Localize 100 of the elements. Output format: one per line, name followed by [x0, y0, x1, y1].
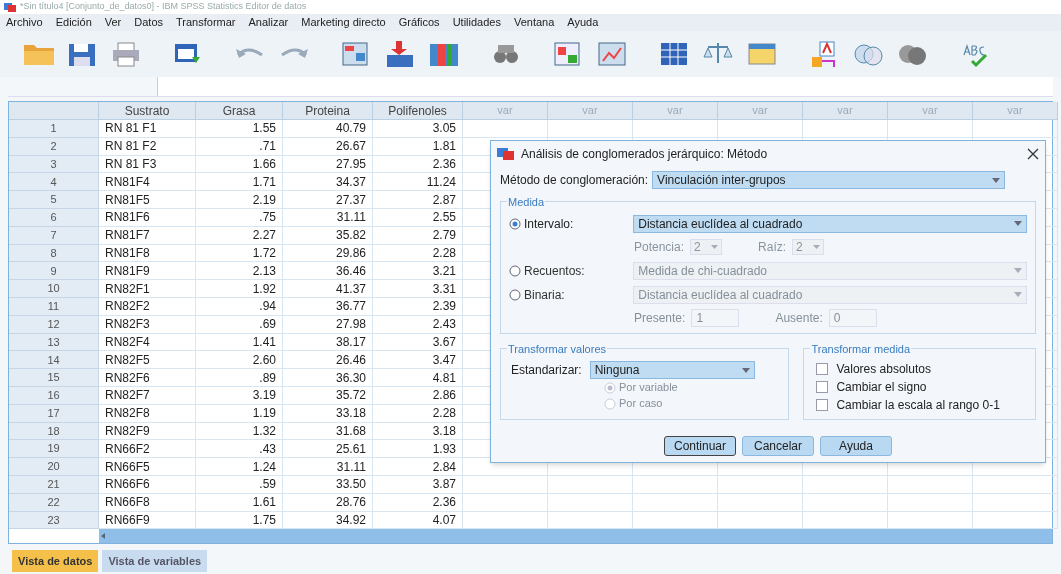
field-label: Ausente:: [775, 310, 823, 327]
row-number[interactable]: 5: [9, 191, 99, 209]
table-cell: RN81F7: [99, 226, 196, 245]
column-header[interactable]: Proteina: [283, 102, 373, 120]
checkbox[interactable]: [816, 381, 829, 393]
table-cell: 2.28: [373, 244, 463, 263]
table-cell: 29.86: [283, 244, 373, 263]
dialog-button[interactable]: Ayuda: [820, 436, 892, 456]
table-cell: 34.37: [283, 173, 373, 192]
table-cell: 1.41: [196, 333, 283, 352]
table-cell: 1.32: [196, 422, 283, 441]
caret-icon[interactable]: [992, 177, 1001, 183]
app-icon: [4, 2, 16, 12]
radio-label[interactable]: Intervalo:: [524, 214, 574, 233]
table-cell: RN66F6: [99, 475, 196, 494]
close-icon[interactable]: [1027, 148, 1039, 160]
table-cell: 31.11: [283, 458, 373, 476]
table-cell: 3.67: [373, 333, 463, 352]
standardize-dropdown[interactable]: Ninguna: [589, 361, 755, 379]
caret-icon[interactable]: [1014, 221, 1022, 226]
view-tab[interactable]: Vista de datos: [12, 550, 99, 573]
checkbox-label[interactable]: Valores absolutos: [836, 360, 931, 378]
method-dropdown[interactable]: Vinculación inter-grupos: [652, 171, 1006, 189]
menu-item[interactable]: Analizar: [248, 14, 289, 31]
table-cell: RN82F5: [99, 351, 196, 370]
row-number[interactable]: 9: [9, 262, 99, 281]
menu-item[interactable]: Ayuda: [567, 14, 599, 31]
table-cell: 2.28: [373, 404, 463, 423]
table-cell: 1.61: [196, 493, 283, 512]
caret-icon[interactable]: [741, 367, 750, 373]
table-cell: 2.84: [373, 458, 463, 476]
table-cell: 31.11: [283, 209, 373, 227]
menu-item[interactable]: Edición: [55, 14, 92, 31]
checkbox-label[interactable]: Cambiar la escala al rango 0-1: [836, 396, 1000, 414]
cell-editor-field[interactable]: [158, 77, 1053, 96]
table-cell: 36.30: [283, 369, 373, 387]
table-cell: RN82F7: [99, 386, 196, 405]
caret-icon[interactable]: [813, 245, 821, 249]
table-cell: 3.31: [373, 280, 463, 298]
table-cell: RN82F2: [99, 297, 196, 316]
caret-icon[interactable]: [711, 245, 719, 249]
radio-button[interactable]: [509, 217, 521, 230]
table-cell: RN82F4: [99, 333, 196, 352]
menu-item[interactable]: Datos: [134, 14, 164, 31]
insert-row-icon[interactable]: [384, 39, 416, 69]
table-cell: 3.47: [373, 351, 463, 370]
table-cell: 31.68: [283, 422, 373, 441]
column-header[interactable]: Sustrato: [99, 102, 196, 120]
table-cell: 2.87: [373, 191, 463, 209]
row-number[interactable]: 10: [9, 280, 99, 298]
row-number[interactable]: 1: [9, 120, 99, 138]
table-cell: 3.18: [373, 422, 463, 441]
table-cell: 4.81: [373, 369, 463, 387]
table-cell: 25.61: [283, 440, 373, 459]
field-label: Raíz:: [758, 239, 787, 256]
table-cell: RN81F6: [99, 209, 196, 227]
table-cell: 1.66: [196, 155, 283, 174]
row-number[interactable]: 19: [9, 440, 99, 459]
menu-item[interactable]: Archivo: [6, 14, 43, 31]
table-cell: 3.87: [373, 475, 463, 494]
row-number[interactable]: 14: [9, 351, 99, 370]
table-cell: RN66F8: [99, 493, 196, 512]
row-number[interactable]: 4: [9, 173, 99, 192]
printer-icon[interactable]: [110, 39, 142, 69]
menu-item[interactable]: Transformar: [176, 14, 236, 31]
table-cell: RN82F3: [99, 315, 196, 334]
table-cell: 2.13: [196, 262, 283, 281]
column-header[interactable]: Polifenoles: [373, 102, 463, 120]
window-title: *Sin título4 [Conjunto_de_datos0] - IBM SPSS Statistics Editor de datos: [20, 0, 307, 14]
scroll-left-icon[interactable]: [99, 532, 107, 541]
dialog-button[interactable]: Continuar: [664, 436, 736, 456]
view-tab[interactable]: Vista de variables: [102, 550, 208, 573]
table-cell: RN 81 F2: [99, 137, 196, 156]
checkbox[interactable]: [816, 399, 829, 411]
table-cell: RN81F5: [99, 191, 196, 209]
table-cell: 1.24: [196, 458, 283, 476]
menu-item[interactable]: Gráficos: [398, 14, 440, 31]
row-number[interactable]: 20: [9, 458, 99, 476]
checkbox[interactable]: [816, 363, 829, 375]
checkbox-label[interactable]: Cambiar el signo: [836, 378, 927, 396]
table-cell: 2.55: [373, 209, 463, 227]
dialog-button[interactable]: Cancelar: [742, 436, 814, 456]
column-header[interactable]: Grasa: [196, 102, 283, 120]
menu-item[interactable]: Ver: [104, 14, 122, 31]
table-cell: 1.55: [196, 120, 283, 138]
table-cell: RN 81 F3: [99, 155, 196, 174]
table-cell: 33.50: [283, 475, 373, 494]
table-cell: 2.36: [373, 493, 463, 512]
menu-item[interactable]: Utilidades: [452, 14, 501, 31]
menu-item[interactable]: Ventana: [513, 14, 555, 31]
table-cell: .89: [196, 369, 283, 387]
measure-dropdown[interactable]: Distancia euclídea al cuadrado: [633, 214, 1027, 233]
table-cell: RN82F1: [99, 280, 196, 298]
menu-item[interactable]: Marketing directo: [301, 14, 386, 31]
table-cell: 2.39: [373, 297, 463, 316]
row-number[interactable]: 15: [9, 369, 99, 387]
horizontal-scrollbar[interactable]: [99, 529, 1052, 544]
chart-window-icon[interactable]: [596, 39, 628, 69]
field-label: Presente:: [634, 310, 686, 327]
table-cell: 2.19: [196, 191, 283, 209]
